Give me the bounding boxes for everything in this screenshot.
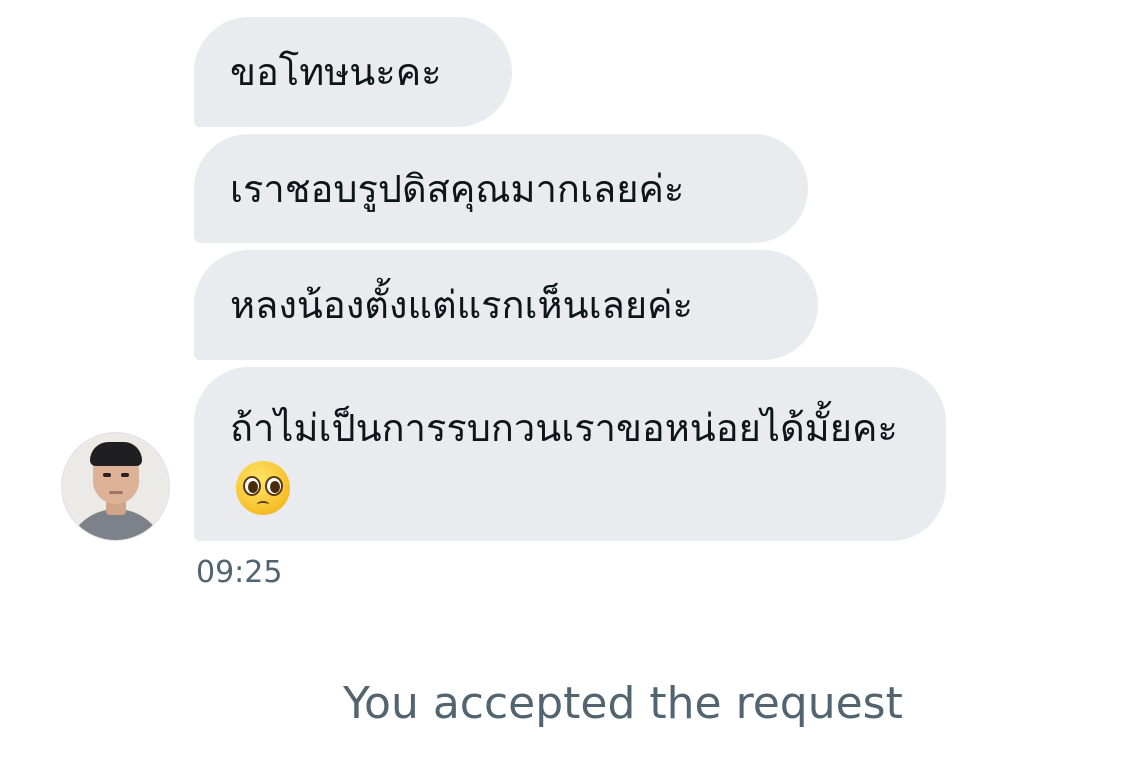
message-text: ถ้าไม่เป็นการรบกวนเราขอหน่อยได้มั้ยคะ xyxy=(230,395,910,527)
message-bubble[interactable]: ขอโทษนะคะ xyxy=(194,17,512,127)
request-accepted-note: You accepted the request xyxy=(343,678,903,729)
sender-avatar[interactable] xyxy=(61,432,170,541)
avatar-eye xyxy=(103,473,111,477)
message-text: เราชอบรูปดิสคุณมากเลยค่ะ xyxy=(230,167,685,211)
message-bubble[interactable]: เราชอบรูปดิสคุณมากเลยค่ะ xyxy=(194,134,808,243)
avatar-mouth xyxy=(109,491,123,494)
pleading-face-emoji-icon xyxy=(236,461,290,515)
message-text-content: ถ้าไม่เป็นการรบกวนเราขอหน่อยได้มั้ยคะ xyxy=(230,406,898,450)
message-text: หลงน้องตั้งแต่แรกเห็นเลยค่ะ xyxy=(230,283,693,327)
avatar-hair xyxy=(90,442,142,466)
message-text: ขอโทษนะคะ xyxy=(230,50,442,94)
avatar-eye xyxy=(121,473,129,477)
message-timestamp: 09:25 xyxy=(196,555,283,590)
message-bubble[interactable]: ถ้าไม่เป็นการรบกวนเราขอหน่อยได้มั้ยคะ xyxy=(194,367,946,541)
message-bubble[interactable]: หลงน้องตั้งแต่แรกเห็นเลยค่ะ xyxy=(194,250,818,360)
